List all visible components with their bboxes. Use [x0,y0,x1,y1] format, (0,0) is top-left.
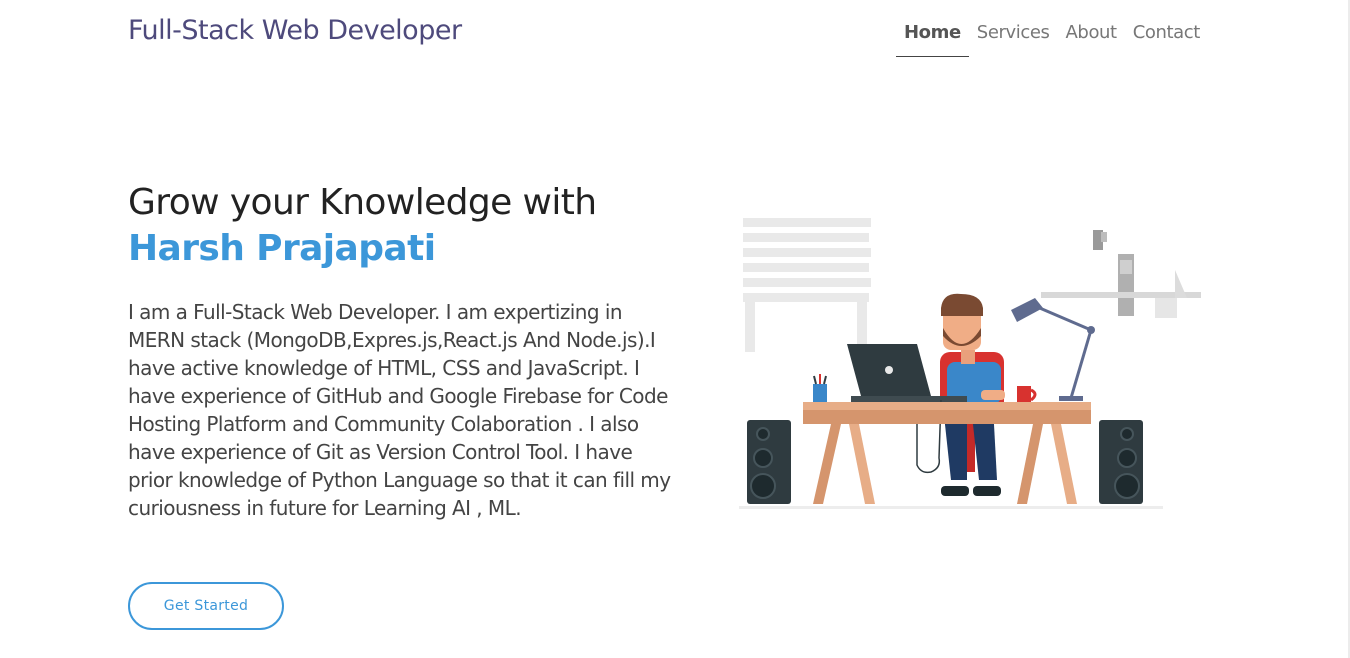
main-nav: Home Services About Contact [896,20,1208,57]
window-blinds-icon [743,218,871,352]
page: Full-Stack Web Developer Home Services A… [0,0,1350,658]
hero-title-text: Grow your Knowledge with [128,182,597,223]
nav-contact[interactable]: Contact [1125,20,1208,57]
hero-name: Harsh Prajapati [128,228,436,269]
left-speaker-icon [747,420,791,504]
pencil-cup-icon [813,374,827,402]
wall-shelf-icon [1041,230,1201,318]
developer-at-desk-illustration [739,218,1201,509]
right-speaker-icon [1099,420,1143,504]
coffee-mug-icon [1017,386,1037,402]
floor-shadow [739,506,1163,509]
get-started-button[interactable]: Get Started [128,582,284,630]
nav-about[interactable]: About [1058,20,1125,57]
brand-logo[interactable]: Full-Stack Web Developer [128,15,462,46]
desk-lamp-icon [1011,298,1095,401]
nav-services[interactable]: Services [969,20,1058,57]
hero-title: Grow your Knowledge with Harsh Prajapati [128,180,597,272]
nav-home[interactable]: Home [896,20,969,57]
hero-description: I am a Full-Stack Web Developer. I am ex… [128,300,671,520]
